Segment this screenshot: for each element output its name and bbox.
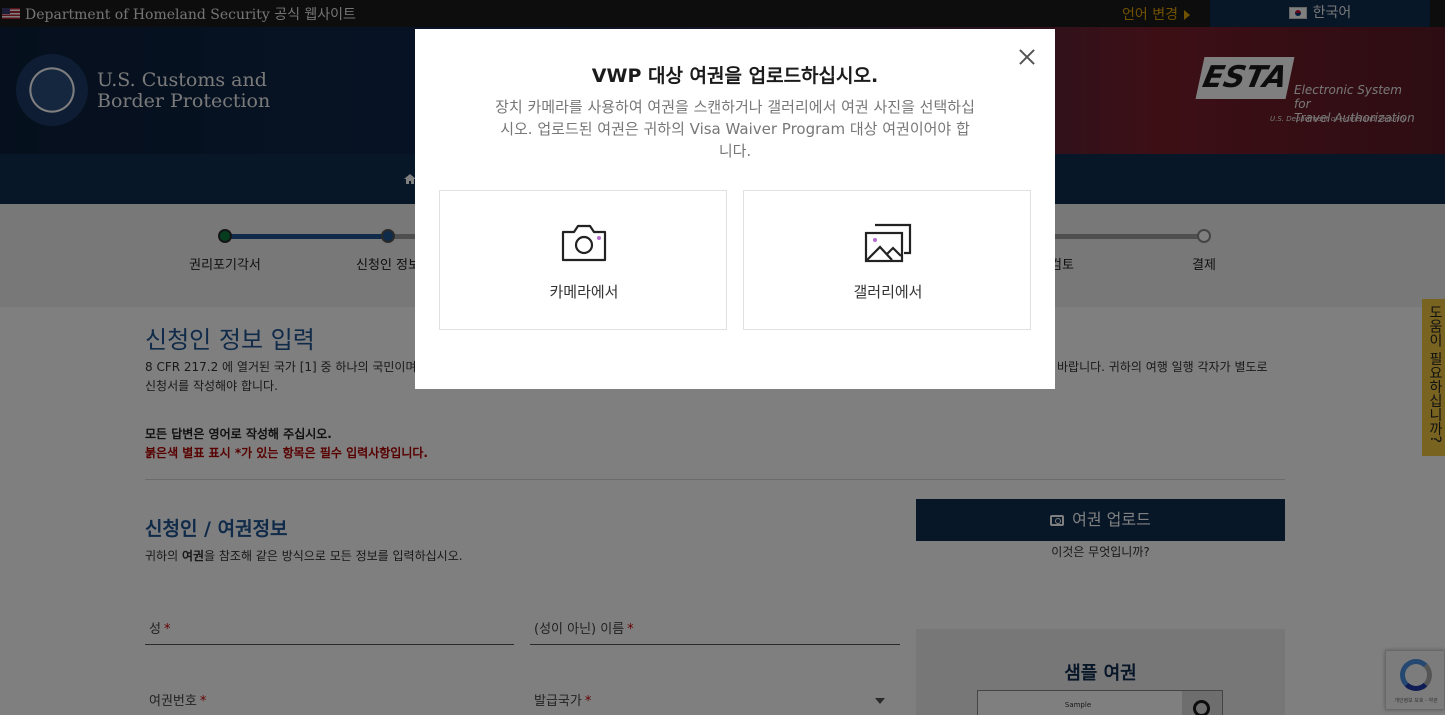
- from-gallery-option[interactable]: 갤러리에서: [743, 190, 1031, 330]
- from-gallery-label: 갤러리에서: [853, 283, 923, 301]
- gallery-icon: [864, 223, 912, 263]
- modal-title: VWP 대상 여권을 업로드하십시오.: [591, 65, 879, 87]
- from-camera-option[interactable]: 카메라에서: [439, 190, 727, 330]
- modal-description: 장치 카메라를 사용하여 여권을 스캔하거나 갤러리에서 여권 사진을 선택하십…: [495, 98, 975, 160]
- from-camera-label: 카메라에서: [549, 283, 619, 301]
- upload-passport-modal: VWP 대상 여권을 업로드하십시오. 장치 카메라를 사용하여 여권을 스캔하…: [415, 29, 1055, 389]
- camera-icon: [561, 224, 607, 262]
